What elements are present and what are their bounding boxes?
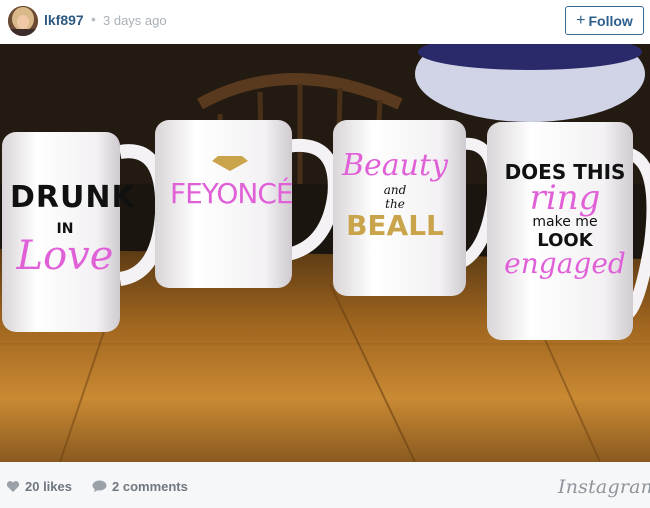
speech-bubble-icon xyxy=(92,480,107,492)
mug1-line-3: Love xyxy=(16,233,114,279)
mug3-line-2: and xyxy=(383,183,407,197)
likes-label: 20 likes xyxy=(25,479,72,494)
follow-label: Follow xyxy=(588,12,633,29)
mug4-text: DOES THIS ring make me LOOK engaged xyxy=(495,160,635,280)
avatar[interactable] xyxy=(8,6,38,36)
comments-label: 2 comments xyxy=(112,479,188,494)
follow-button[interactable]: + Follow xyxy=(565,6,644,35)
post-footer: 20 likes 2 comments Instagram xyxy=(0,462,650,508)
mug3-text: Beauty and the BEALL xyxy=(340,148,450,242)
mug4-line-5: engaged xyxy=(504,247,626,280)
post-photo[interactable]: DRUNK IN Love FEYONCÉ Beauty and the BEA… xyxy=(0,44,650,462)
post-header: lkf897 • 3 days ago + Follow xyxy=(0,0,650,44)
separator-dot: • xyxy=(91,11,96,27)
mug4-line-2: ring xyxy=(529,178,601,218)
username-link[interactable]: lkf897 xyxy=(44,12,84,28)
mug1-text: DRUNK IN Love xyxy=(10,180,136,279)
mug1-line-1: DRUNK xyxy=(10,180,136,215)
mug4-line-3: make me xyxy=(532,214,598,230)
mug3-line-4: BEALL xyxy=(346,209,444,242)
plus-icon: + xyxy=(576,11,586,29)
instagram-logo[interactable]: Instagram xyxy=(558,476,650,498)
mug3-line-1: Beauty xyxy=(341,148,448,183)
post-timestamp[interactable]: 3 days ago xyxy=(103,13,167,28)
comments-count[interactable]: 2 comments xyxy=(92,479,188,494)
likes-count[interactable]: 20 likes xyxy=(6,479,72,494)
heart-icon xyxy=(6,481,20,492)
mug2-line-1: FEYONCÉ xyxy=(170,177,294,210)
diamond-icon xyxy=(212,156,248,171)
mug2-text: FEYONCÉ xyxy=(170,154,294,210)
